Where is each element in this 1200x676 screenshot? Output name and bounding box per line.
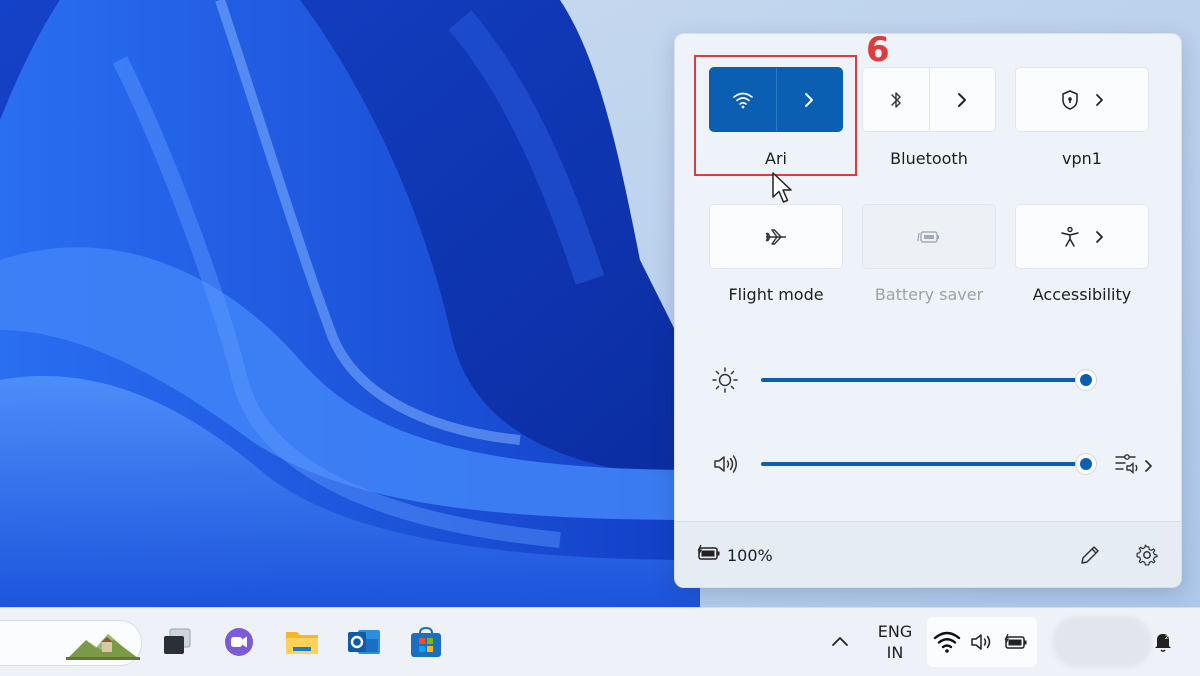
accessibility-tile-label: Accessibility: [1032, 285, 1132, 304]
task-view-icon: [164, 628, 191, 654]
annotation-step-number: 6: [866, 30, 890, 70]
annotation-highlight-box: [694, 55, 857, 176]
mouse-cursor-icon: [772, 172, 792, 203]
brightness-slider-thumb[interactable]: [1076, 370, 1096, 390]
clock-blurred[interactable]: [1052, 616, 1152, 668]
notification-bell-icon[interactable]: z: [1152, 630, 1174, 654]
chevron-up-icon[interactable]: [830, 634, 850, 648]
battery-charging-icon[interactable]: [696, 544, 722, 562]
chevron-right-icon[interactable]: [1094, 230, 1104, 244]
bluetooth-tile-label: Bluetooth: [890, 149, 968, 168]
accessibility-icon: [1061, 226, 1079, 247]
language-indicator[interactable]: ENG IN: [870, 621, 920, 663]
speaker-icon: [971, 634, 991, 650]
chevron-right-icon: [958, 92, 966, 107]
wifi-icon: [933, 631, 961, 653]
volume-slider-thumb[interactable]: [1076, 454, 1096, 474]
outlook-button[interactable]: [344, 622, 384, 662]
file-explorer-button[interactable]: [282, 622, 322, 662]
landscape-widget-icon[interactable]: [66, 622, 140, 662]
outlook-icon: [348, 630, 380, 654]
bluetooth-toggle-button[interactable]: [863, 68, 929, 131]
vpn-tile-label: vpn1: [1062, 149, 1102, 168]
airplane-icon: [765, 228, 786, 245]
gear-icon[interactable]: [1135, 543, 1159, 567]
chevron-right-icon[interactable]: [1094, 93, 1104, 107]
teams-chat-icon: [225, 628, 253, 656]
microsoft-store-icon: [411, 626, 441, 657]
battery-saver-tile-label: Battery saver: [874, 285, 984, 304]
battery-percentage: 100%: [727, 546, 773, 565]
language-code: ENG: [877, 622, 913, 641]
network-volume-battery-group[interactable]: [927, 617, 1037, 667]
battery-charging-icon: [1004, 633, 1027, 649]
region-code: IN: [886, 643, 904, 662]
quick-settings-footer: 100%: [675, 521, 1181, 587]
sound-mixer-icon[interactable]: [1113, 452, 1157, 476]
svg-text:z: z: [1165, 633, 1169, 641]
flight-mode-tile[interactable]: [709, 204, 843, 269]
flight-mode-tile-label: Flight mode: [728, 285, 824, 304]
teams-chat-button[interactable]: [219, 622, 259, 662]
bluetooth-expand-button[interactable]: [929, 68, 995, 131]
taskbar: ENG IN z: [0, 607, 1200, 676]
task-view-button[interactable]: [157, 622, 197, 662]
bluetooth-tile[interactable]: [862, 67, 996, 132]
battery-saver-icon: [917, 230, 939, 243]
battery-saver-tile[interactable]: [862, 204, 996, 269]
pencil-icon[interactable]: [1078, 543, 1102, 567]
shield-icon: [1062, 89, 1078, 110]
vpn-tile[interactable]: [1015, 67, 1149, 132]
microsoft-store-button[interactable]: [406, 622, 446, 662]
bluetooth-icon: [891, 91, 901, 108]
file-explorer-icon: [286, 632, 318, 654]
speaker-icon[interactable]: [712, 453, 740, 475]
brightness-slider[interactable]: [761, 378, 1087, 382]
volume-slider[interactable]: [761, 462, 1087, 466]
brightness-icon: [712, 367, 738, 393]
accessibility-tile[interactable]: [1015, 204, 1149, 269]
